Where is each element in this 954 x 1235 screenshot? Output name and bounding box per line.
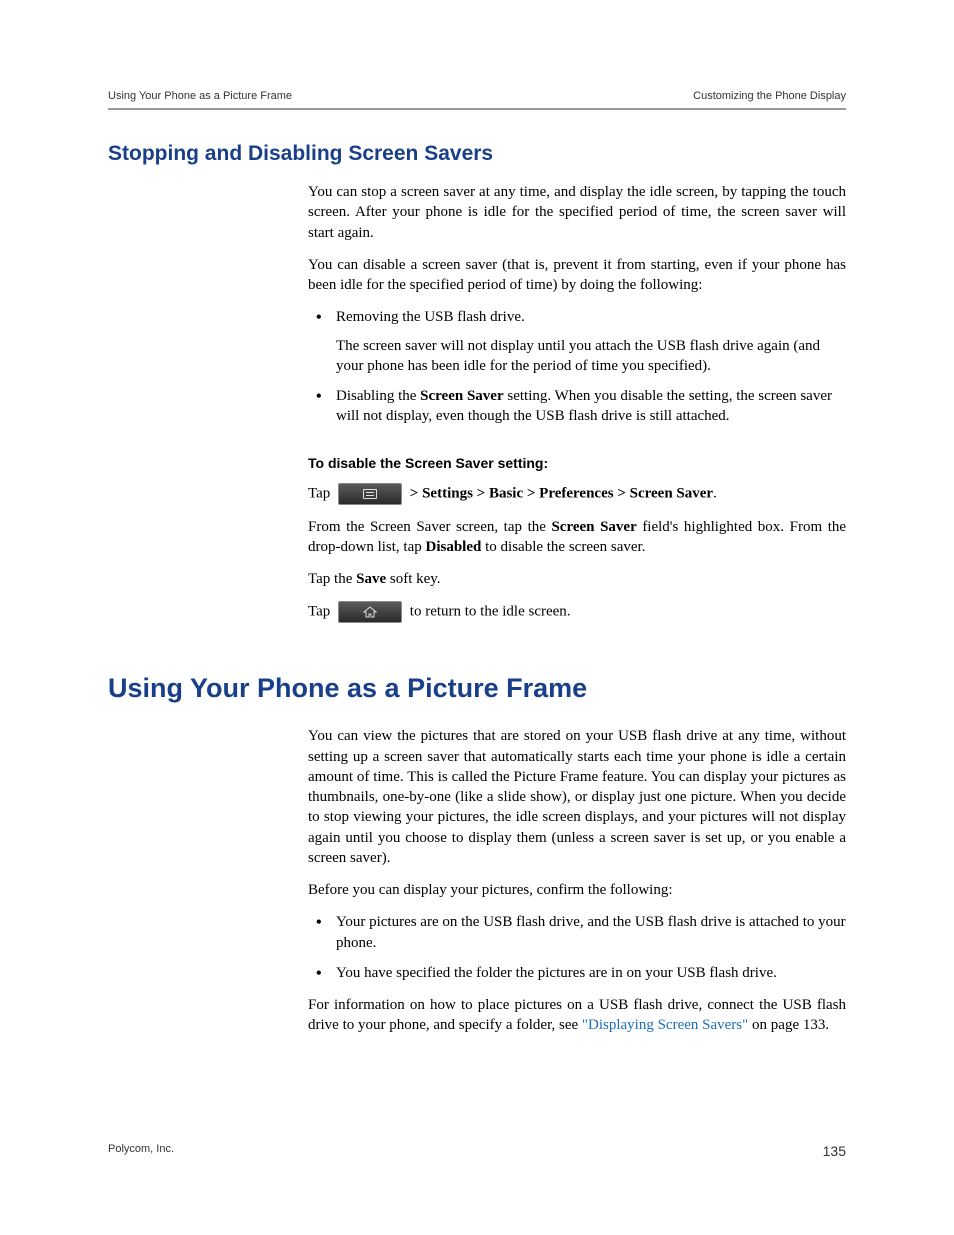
section2-body: You can view the pictures that are store… <box>308 726 846 1035</box>
page-footer: Polycom, Inc. 135 <box>108 1143 846 1159</box>
home-button-icon <box>338 601 402 623</box>
page-header: Using Your Phone as a Picture Frame Cust… <box>108 90 846 102</box>
subheading-disable-setting: To disable the Screen Saver setting: <box>308 455 846 471</box>
bullet-text: Removing the USB flash drive. <box>336 309 525 325</box>
header-divider <box>108 108 846 110</box>
list-item: Your pictures are on the USB flash drive… <box>308 912 846 953</box>
disable-bullet-list: Removing the USB flash drive. The screen… <box>308 307 846 426</box>
return-text: to return to the idle screen. <box>406 604 571 620</box>
list-item: Removing the USB flash drive. The screen… <box>308 307 846 376</box>
bullet-subpara: The screen saver will not display until … <box>336 336 846 377</box>
menu-icon <box>363 489 377 499</box>
footer-company: Polycom, Inc. <box>108 1143 174 1159</box>
header-left-text: Using Your Phone as a Picture Frame <box>108 90 292 102</box>
home-icon <box>363 606 377 618</box>
header-right-text: Customizing the Phone Display <box>693 90 846 102</box>
confirm-bullet-list: Your pictures are on the USB flash drive… <box>308 912 846 983</box>
para-confirm: Before you can display your pictures, co… <box>308 880 846 900</box>
step-tap-menu: Tap > Settings > Basic > Preferences > S… <box>308 483 846 505</box>
list-item: Disabling the Screen Saver setting. When… <box>308 386 846 427</box>
main-heading-picture-frame: Using Your Phone as a Picture Frame <box>108 673 846 704</box>
list-item: You have specified the folder the pictur… <box>308 963 846 983</box>
link-displaying-screen-savers[interactable]: "Displaying Screen Savers" <box>582 1017 748 1033</box>
bullet-text-bold: Screen Saver <box>420 388 503 404</box>
step-tap-home: Tap to return to the idle screen. <box>308 601 846 623</box>
para-disable-intro: You can disable a screen saver (that is,… <box>308 255 846 296</box>
bullet-text-prefix: Disabling the <box>336 388 420 404</box>
tap-label: Tap <box>308 485 334 501</box>
page-number: 135 <box>823 1143 846 1159</box>
para-more-info: For information on how to place pictures… <box>308 995 846 1036</box>
step-screen-saver-select: From the Screen Saver screen, tap the Sc… <box>308 517 846 558</box>
section1-body: You can stop a screen saver at any time,… <box>308 182 846 623</box>
tap-label-home: Tap <box>308 604 334 620</box>
para-picture-frame-intro: You can view the pictures that are store… <box>308 726 846 868</box>
nav-path: > Settings > Basic > Preferences > Scree… <box>406 485 713 501</box>
section-heading-stopping: Stopping and Disabling Screen Savers <box>108 142 846 166</box>
para-stop-intro: You can stop a screen saver at any time,… <box>308 182 846 243</box>
nav-path-end: . <box>713 485 717 501</box>
menu-button-icon <box>338 483 402 505</box>
bullet-text: Your pictures are on the USB flash drive… <box>336 914 846 950</box>
step-tap-save: Tap the Save soft key. <box>308 569 846 589</box>
bullet-text: You have specified the folder the pictur… <box>336 965 777 981</box>
